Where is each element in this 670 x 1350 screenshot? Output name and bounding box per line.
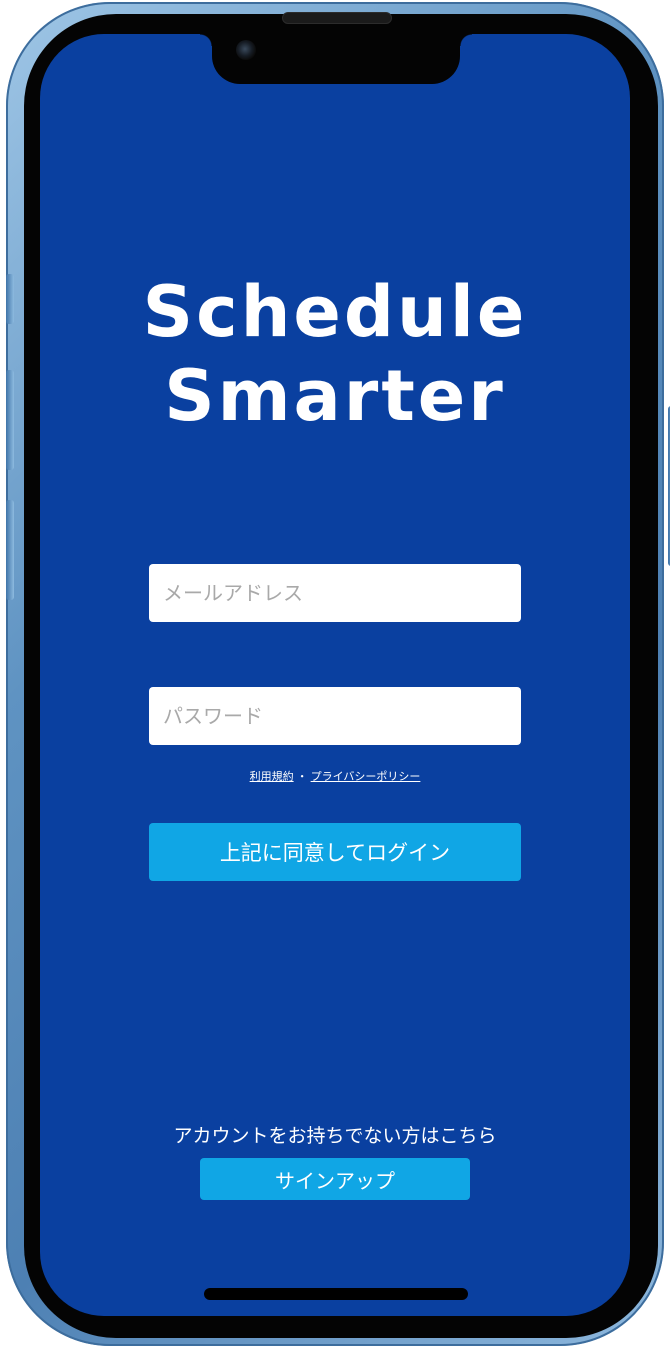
signup-button[interactable]: サインアップ (200, 1158, 470, 1200)
email-input[interactable] (149, 564, 521, 622)
front-camera (236, 40, 256, 60)
earpiece-speaker (282, 12, 392, 24)
password-input[interactable] (149, 687, 521, 745)
silent-switch (6, 274, 14, 324)
volume-down-button (6, 500, 14, 600)
privacy-policy-link[interactable]: プライバシーポリシー (311, 770, 421, 783)
home-indicator (204, 1288, 468, 1300)
terms-link[interactable]: 利用規約 (250, 770, 294, 783)
volume-up-button (6, 370, 14, 470)
legal-separator: ・ (296, 770, 308, 783)
signup-prompt: アカウントをお持ちでない方はこちら (173, 1125, 497, 1147)
login-button[interactable]: 上記に同意してログイン (149, 823, 521, 881)
legal-links: 利用規約・プライバシーポリシー (40, 768, 630, 784)
app-title-line-2: Smarter (164, 355, 506, 437)
app-title: Schedule Smarter (40, 270, 630, 438)
app-screen: Schedule Smarter 利用規約・プライバシーポリシー 上記に同意して… (40, 34, 630, 1316)
app-title-line-1: Schedule (142, 271, 528, 353)
